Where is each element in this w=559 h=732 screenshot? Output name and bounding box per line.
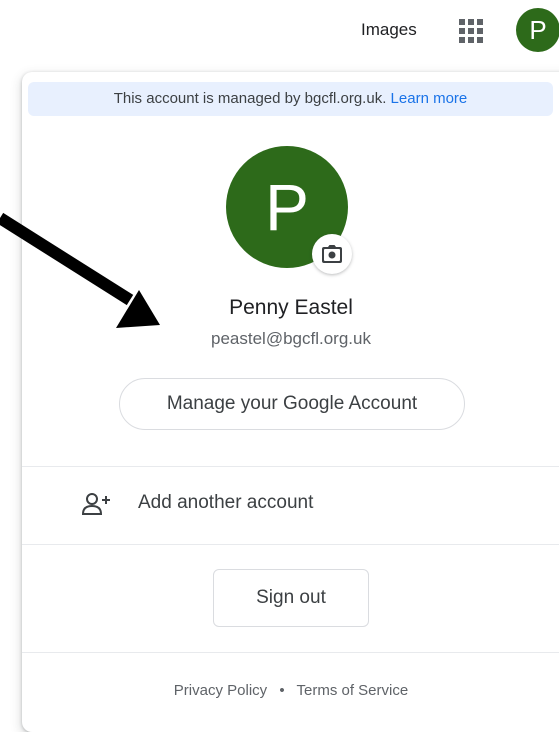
managed-banner-text: This account is managed by bgcfl.org.uk. [113, 90, 387, 107]
sign-out-button[interactable]: Sign out [213, 569, 369, 627]
user-name: Penny Eastel [229, 296, 353, 319]
add-account-row[interactable]: Add another account [22, 468, 559, 544]
learn-more-link[interactable]: Learn more [391, 90, 468, 107]
person-add-icon [82, 493, 110, 515]
account-avatar-button[interactable]: P [516, 8, 559, 52]
terms-of-service-link[interactable]: Terms of Service [297, 682, 409, 699]
apps-grid-icon[interactable] [458, 18, 484, 44]
footer-separator: • [279, 682, 285, 699]
divider [22, 544, 559, 545]
user-email: peastel@bgcfl.org.uk [211, 329, 371, 348]
managed-account-banner: This account is managed by bgcfl.org.uk.… [28, 82, 553, 116]
divider [22, 466, 559, 467]
divider [22, 652, 559, 653]
images-link[interactable]: Images [361, 20, 417, 40]
camera-icon [322, 245, 342, 263]
footer-links: Privacy Policy • Terms of Service [22, 682, 559, 699]
change-photo-button[interactable] [312, 234, 352, 274]
privacy-policy-link[interactable]: Privacy Policy [174, 682, 267, 699]
account-panel: This account is managed by bgcfl.org.uk.… [22, 72, 559, 732]
add-account-label: Add another account [138, 492, 314, 513]
manage-account-button[interactable]: Manage your Google Account [119, 378, 465, 430]
